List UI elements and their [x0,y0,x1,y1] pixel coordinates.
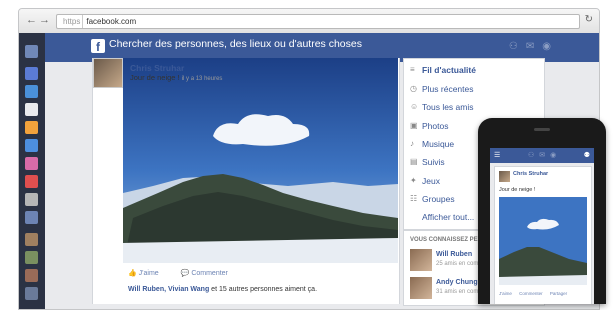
url-protocol: https [61,15,84,28]
menu-icon-recent: ◷ [410,84,417,93]
search-icon[interactable] [25,139,38,152]
phone-share-button[interactable]: Partager [550,291,567,296]
reload-icon[interactable]: ↻ [585,14,593,25]
likes-rest: et 15 autres personnes aiment ça. [209,286,318,293]
menu-item-games[interactable]: Jeux [422,176,440,186]
calendar-icon[interactable] [25,103,38,116]
messages-icon[interactable] [25,85,38,98]
menu-item-music[interactable]: Musique [422,139,454,149]
phone-like-button[interactable]: J'aime [499,291,512,296]
menu-item-following[interactable]: Suivis [422,157,445,167]
post-timestamp[interactable]: il y a 13 heures [182,76,223,82]
menu-item-photos[interactable]: Photos [422,121,448,131]
menu-item-all-friends[interactable]: Tous les amis [422,102,474,112]
menu-icon-news-feed: ≡ [410,65,415,74]
avatar[interactable] [499,171,510,182]
app-icon[interactable] [25,157,38,170]
menu-icon-games: ✦ [410,176,417,185]
browser-toolbar: ← → https facebook.com ↻ [19,9,599,34]
friend-requests-icon[interactable]: ⚇ [509,41,526,52]
phone-screen: ☰ ⚇✉◉ ⚉ Chris Struhar Jour de neige ! J'… [490,148,594,304]
comment-label: Commenter [191,270,228,277]
post-author[interactable]: Chris Struhar [130,63,184,73]
phone-post: Chris Struhar Jour de neige ! J'aime Com… [494,166,592,304]
suggest-name[interactable]: Andy Chung [436,279,478,286]
post-actions: 👍 J'aime 💬 Commenter [128,269,248,277]
author-avatar[interactable] [93,58,123,88]
friends-icon[interactable]: ⚉ [584,151,590,159]
facebook-logo-icon[interactable]: f [91,39,105,54]
profile-icon[interactable] [25,45,38,58]
phone-post-status: Jour de neige ! [499,187,536,193]
left-rail [19,33,45,309]
comment-button[interactable]: 💬 Commenter [181,270,238,277]
search-input[interactable]: Chercher des personnes, des lieux ou d'a… [109,38,362,50]
phone-header: ☰ ⚇✉◉ ⚉ [490,148,594,163]
menu-item-see-all[interactable]: Afficher tout... [422,212,474,222]
url-text: facebook.com [86,17,137,26]
menu-icon-photos: ▣ [410,121,418,130]
phone-post-actions: J'aime Commenter Partager [499,291,567,296]
smartphone: ☰ ⚇✉◉ ⚉ Chris Struhar Jour de neige ! J'… [478,118,606,304]
phone-header-icons: ⚇✉◉ [528,152,562,159]
phone-comment-button[interactable]: Commenter [519,291,543,296]
menu-icon[interactable]: ☰ [494,151,500,159]
phone-speaker [534,128,550,131]
messages-header-icon[interactable]: ✉ [526,41,542,52]
menu-item-groups[interactable]: Groupes [422,194,455,204]
likes-summary: Will Ruben, Vivian Wang et 15 autres per… [128,286,317,293]
photos-icon[interactable] [25,121,38,134]
games-icon[interactable] [25,175,38,188]
news-feed-icon[interactable] [25,67,38,80]
suggest-name[interactable]: Will Ruben [436,251,472,258]
menu-icon-music: ♪ [410,139,414,148]
forward-icon[interactable]: → [39,14,50,26]
like-label: J'aime [138,270,159,277]
friend-avatar-icon[interactable] [25,233,38,246]
phone-post-photo[interactable] [499,197,587,285]
avatar[interactable] [410,249,432,271]
likes-names[interactable]: Will Ruben, Vivian Wang [128,286,209,293]
like-button[interactable]: 👍 J'aime [128,270,169,277]
more-icon[interactable] [25,211,38,224]
friend-avatar-icon[interactable] [25,287,38,300]
avatar[interactable] [410,277,432,299]
notifications-icon[interactable]: ◉ [542,41,559,52]
post-photo[interactable] [123,58,398,263]
post-status: Jour de neige ! [130,73,180,82]
menu-item-recent[interactable]: Plus récentes [422,84,474,94]
address-bar[interactable]: https facebook.com [56,14,580,29]
pages-icon[interactable] [25,193,38,206]
back-icon[interactable]: ← [26,14,37,26]
menu-icon-following: ▤ [410,157,418,166]
phone-post-author[interactable]: Chris Struhar [513,171,548,177]
friend-avatar-icon[interactable] [25,269,38,282]
menu-icon-groups: ☷ [410,194,418,203]
header-icons: ⚇✉◉ [509,41,559,52]
menu-icon-all-friends: ☺ [410,102,419,111]
menu-item-news-feed[interactable]: Fil d'actualité [422,65,476,75]
post-status-line: Jour de neige ! il y a 13 heures [130,73,222,82]
friend-avatar-icon[interactable] [25,251,38,264]
